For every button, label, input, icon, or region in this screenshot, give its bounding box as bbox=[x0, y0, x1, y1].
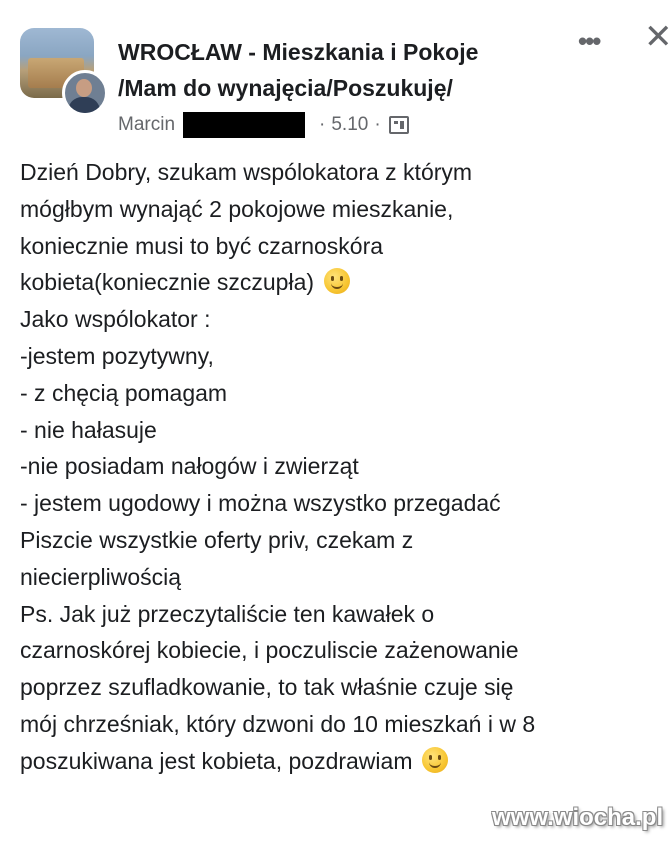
separator-dot: · bbox=[374, 114, 381, 135]
post-line: Ps. Jak już przeczytaliście ten kawałek … bbox=[20, 600, 435, 627]
more-icon[interactable]: ••• bbox=[578, 26, 601, 57]
post-line: czarnoskórej kobiecie, i poczuliscie zaż… bbox=[20, 637, 519, 664]
post-line: poszukiwana jest kobieta, pozdrawiam bbox=[20, 747, 413, 774]
post-line: mógłbym wynająć 2 pokojowe mieszkanie, bbox=[20, 195, 454, 222]
group-title-line-2[interactable]: /Mam do wynajęcia/Poszukuję/ bbox=[118, 70, 558, 106]
author-name[interactable]: Marcin bbox=[118, 114, 175, 136]
group-title-line-1[interactable]: WROCŁAW - Mieszkania i Pokoje bbox=[118, 34, 558, 70]
post-line: - nie hałasuje bbox=[20, 416, 157, 443]
avatar-face bbox=[76, 79, 92, 97]
post-body: Dzień Dobry, szukam wspólokatora z który… bbox=[20, 154, 660, 780]
redacted-surname bbox=[183, 112, 306, 138]
post-line: -nie posiadam nałogów i zwierząt bbox=[20, 453, 359, 480]
watermark: www.wiocha.pl bbox=[492, 804, 664, 831]
post-meta: Marcin · 5.10 · bbox=[118, 112, 409, 138]
post-line: Jako wspólokator : bbox=[20, 306, 211, 333]
post-line: - z chęcią pomagam bbox=[20, 379, 228, 406]
post-line: kobieta(koniecznie szczupła) bbox=[20, 269, 315, 296]
avatar-group[interactable] bbox=[20, 28, 108, 116]
post-line: koniecznie musi to być czarnoskóra bbox=[20, 232, 384, 259]
separator-dot: · bbox=[319, 114, 326, 135]
post-line-with-emoji: poszukiwana jest kobieta, pozdrawiam bbox=[20, 743, 660, 780]
post-date[interactable]: 5.10 bbox=[331, 114, 368, 136]
post-line: niecierpliwością bbox=[20, 563, 182, 590]
avatar-shirt bbox=[68, 97, 100, 113]
globe-icon bbox=[388, 116, 409, 134]
facebook-post: WROCŁAW - Mieszkania i Pokoje /Mam do wy… bbox=[0, 0, 670, 843]
post-line: - jestem ugodowy i można wszystko przega… bbox=[20, 490, 501, 517]
post-line: mój chrześniak, który dzwoni do 10 miesz… bbox=[20, 710, 536, 737]
post-line: Dzień Dobry, szukam wspólokatora z który… bbox=[20, 159, 473, 185]
post-line: poprzez szufladkowanie, to tak właśnie c… bbox=[20, 674, 514, 701]
smile-emoji-icon bbox=[324, 268, 351, 295]
group-title[interactable]: WROCŁAW - Mieszkania i Pokoje /Mam do wy… bbox=[118, 34, 558, 106]
post-line-with-emoji: kobieta(koniecznie szczupła) bbox=[20, 264, 660, 301]
user-avatar[interactable] bbox=[62, 70, 108, 116]
smile-emoji-icon bbox=[422, 746, 449, 773]
post-line: Piszcie wszystkie oferty priv, czekam z bbox=[20, 526, 414, 553]
post-line: -jestem pozytywny, bbox=[20, 342, 214, 369]
close-icon[interactable]: ✕ bbox=[644, 20, 670, 54]
